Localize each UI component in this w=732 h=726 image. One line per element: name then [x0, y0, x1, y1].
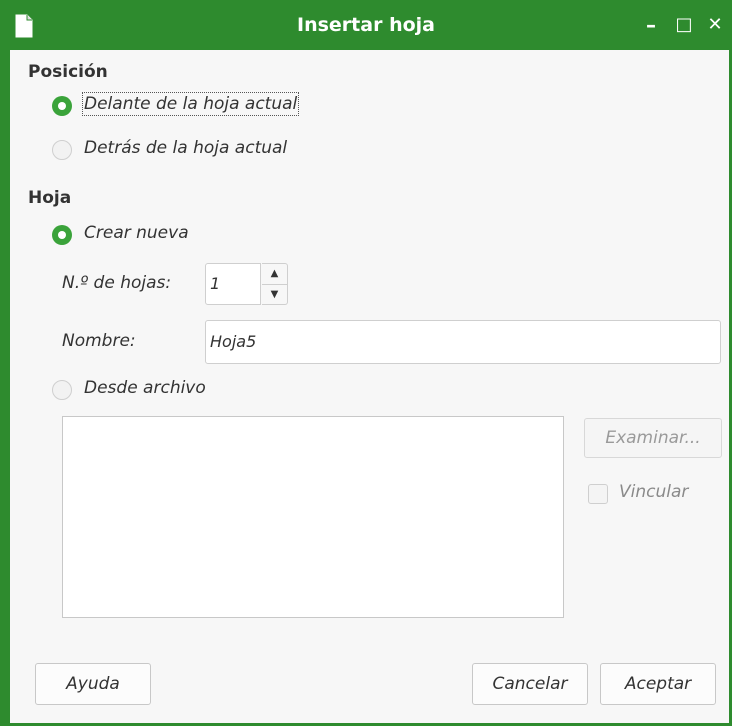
- close-button[interactable]: ✕: [702, 12, 728, 38]
- decrement-icon[interactable]: ▼: [262, 285, 287, 305]
- increment-icon[interactable]: ▲: [262, 264, 287, 285]
- title-bar[interactable]: Insertar hoja – □ ✕: [0, 0, 732, 50]
- sheet-count-stepper[interactable]: ▲ ▼: [262, 263, 288, 305]
- sheet-name-label: Nombre:: [62, 331, 136, 351]
- minimize-button[interactable]: –: [638, 12, 664, 38]
- radio-after-current[interactable]: [52, 140, 72, 160]
- radio-create-new-label[interactable]: Crear nueva: [84, 223, 189, 243]
- radio-from-file[interactable]: [52, 380, 72, 400]
- dialog-title: Insertar hoja: [297, 14, 435, 36]
- file-sheets-list[interactable]: [62, 416, 564, 618]
- sheet-heading: Hoja: [28, 188, 72, 208]
- link-checkbox-label[interactable]: Vincular: [619, 482, 688, 502]
- sheet-name-input[interactable]: Hoja5: [205, 320, 721, 364]
- radio-before-current-label[interactable]: Delante de la hoja actual: [81, 92, 300, 116]
- sheet-count-label: N.º de hojas:: [62, 273, 172, 293]
- help-button[interactable]: Ayuda: [35, 663, 151, 705]
- radio-create-new[interactable]: [52, 225, 72, 245]
- cancel-button[interactable]: Cancelar: [472, 663, 588, 705]
- link-checkbox[interactable]: [588, 484, 608, 504]
- position-heading: Posición: [28, 62, 108, 82]
- radio-before-current[interactable]: [52, 96, 72, 116]
- browse-button[interactable]: Examinar...: [584, 418, 722, 458]
- sheet-count-input[interactable]: 1: [205, 263, 261, 305]
- maximize-button[interactable]: □: [671, 12, 697, 38]
- ok-button[interactable]: Aceptar: [600, 663, 716, 705]
- radio-after-current-label[interactable]: Detrás de la hoja actual: [84, 138, 287, 158]
- radio-from-file-label[interactable]: Desde archivo: [84, 378, 206, 398]
